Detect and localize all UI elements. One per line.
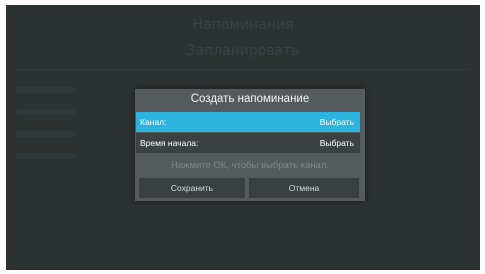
tv-screen: Напоминания Запланировать Создать напоми… — [6, 5, 480, 270]
channel-label: Канал: — [140, 117, 167, 127]
background-list-item — [16, 109, 76, 115]
channel-select-value: Выбрать — [319, 117, 354, 127]
dialog-hint: Нажмите ОК, чтобы выбрать канал. — [170, 160, 330, 171]
schedule-action[interactable]: Запланировать — [6, 43, 480, 59]
background-list-item — [16, 131, 76, 137]
cancel-button[interactable]: Отмена — [249, 178, 359, 198]
start-time-label: Время начала: — [140, 138, 199, 148]
save-button[interactable]: Сохранить — [139, 178, 245, 198]
channel-field[interactable]: Канал: Выбрать — [136, 112, 360, 132]
create-reminder-dialog: Создать напоминание Канал: Выбрать Время… — [135, 89, 365, 201]
dialog-title: Создать напоминание — [190, 93, 310, 105]
start-time-field[interactable]: Время начала: Выбрать — [136, 133, 360, 153]
background-list-item — [16, 87, 76, 93]
background-list-item — [16, 153, 76, 159]
page-title: Напоминания — [192, 17, 294, 33]
divider — [16, 69, 470, 70]
start-time-select-value: Выбрать — [319, 138, 354, 148]
